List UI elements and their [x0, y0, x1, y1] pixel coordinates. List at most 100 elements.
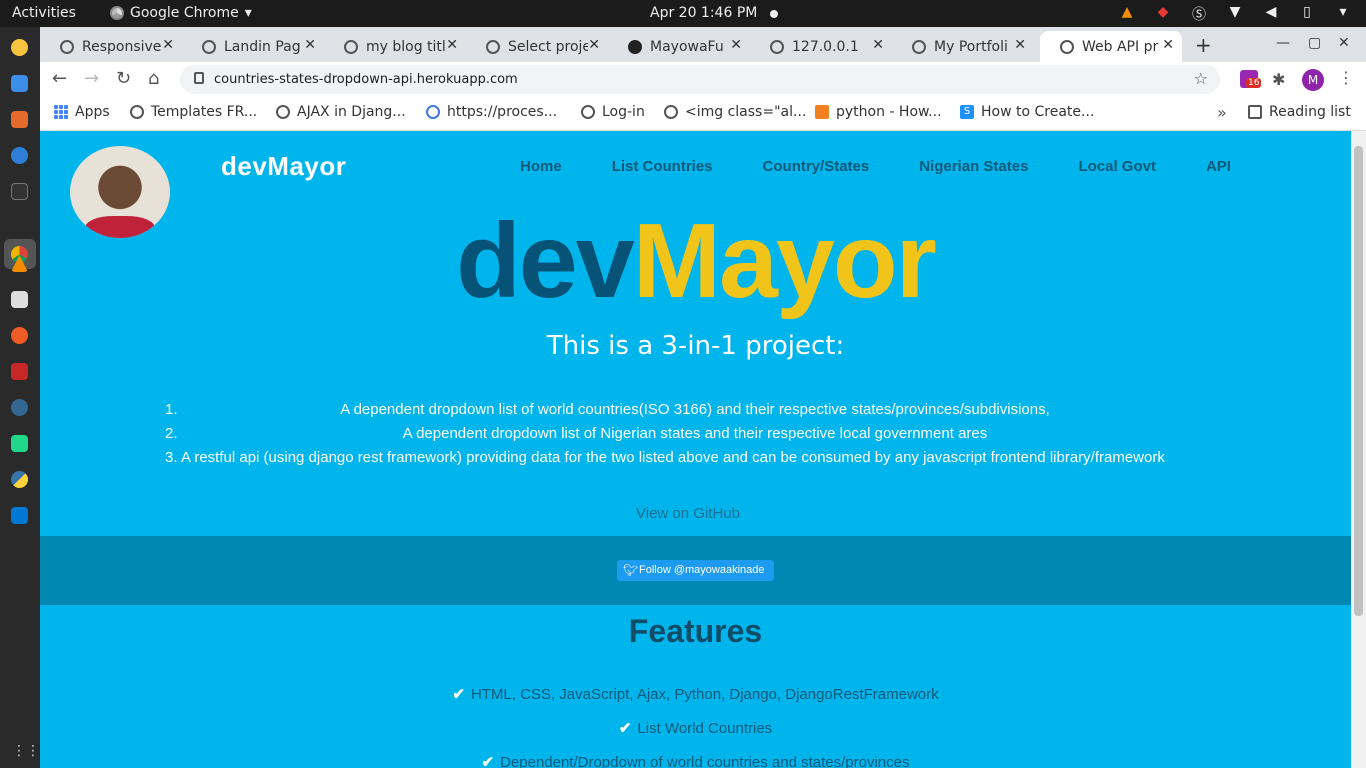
help-dock-icon[interactable]	[11, 147, 28, 164]
process-icon	[426, 105, 440, 119]
dock: ⋮⋮⋮	[0, 27, 54, 768]
close-window-icon[interactable]: ✕	[1338, 35, 1350, 51]
bookmark-templates[interactable]: Templates FR...	[130, 104, 257, 120]
github-icon	[628, 39, 642, 54]
feature-text: List World Countries	[637, 720, 773, 737]
nav-nigerian-states[interactable]: Nigerian States	[919, 158, 1028, 175]
bookmark-label: <img class="al...	[685, 104, 807, 120]
maximize-icon[interactable]: ▢	[1308, 35, 1321, 51]
nav-api[interactable]: API	[1206, 158, 1231, 175]
installer-dock-icon[interactable]	[11, 363, 28, 380]
github-link[interactable]: View on GitHub	[40, 505, 1336, 522]
feature-text: HTML, CSS, JavaScript, Ajax, Python, Dja…	[470, 686, 939, 703]
nav-local-govt[interactable]: Local Govt	[1078, 158, 1156, 175]
bookmark-img-class[interactable]: <img class="al...	[664, 104, 806, 120]
site-nav: Home List Countries Country/States Niger…	[520, 158, 1231, 175]
tab-title: Web API pr	[1082, 38, 1159, 55]
rhythmbox-dock-icon[interactable]	[11, 39, 28, 56]
tab-my-blog[interactable]: my blog titl ✕	[324, 31, 466, 62]
bookmark-label: Apps	[75, 104, 110, 120]
clock[interactable]: Apr 20 1:46 PM	[650, 5, 757, 21]
chrome-app-icon	[110, 6, 124, 20]
feature-item: ✔ List World Countries	[40, 719, 1351, 737]
activities-button[interactable]: Activities	[12, 5, 76, 21]
tab-landing-page[interactable]: Landin Pag ✕	[182, 31, 324, 62]
battery-icon[interactable]: ▯	[1298, 4, 1316, 24]
python-dock-icon[interactable]	[11, 471, 28, 488]
check-icon: ✔	[452, 686, 465, 703]
tab-title: Select proje	[508, 38, 588, 55]
tab-web-api[interactable]: Web API pr ✕	[1040, 31, 1182, 62]
bookmark-star-icon[interactable]: ☆	[1194, 69, 1208, 88]
lock-icon[interactable]	[194, 72, 204, 84]
bookmark-python-how[interactable]: python - How...	[815, 104, 942, 120]
more-bookmarks-icon[interactable]: »	[1217, 103, 1227, 122]
tab-select-project[interactable]: Select proje ✕	[466, 31, 608, 62]
reading-list-button[interactable]: Reading list	[1248, 104, 1351, 120]
close-tab-icon[interactable]: ✕	[588, 37, 600, 53]
software-dock-icon[interactable]	[11, 111, 28, 128]
feature-text: Dependent/Dropdown of world countries an…	[500, 754, 910, 768]
bookmark-process[interactable]: https://proces...	[426, 104, 557, 120]
terminal-dock-icon[interactable]	[11, 183, 28, 200]
extension-badge: 16	[1246, 78, 1262, 88]
system-tray[interactable]: ▲ ◆ Ⓢ ▼ ◀ ▯ ▾	[1118, 4, 1352, 24]
reload-icon[interactable]: ↻	[116, 68, 131, 89]
feature-item: ✔ HTML, CSS, JavaScript, Ajax, Python, Dj…	[40, 685, 1351, 703]
close-tab-icon[interactable]: ✕	[446, 37, 458, 53]
nav-country-states[interactable]: Country/States	[763, 158, 870, 175]
scrollbar-thumb[interactable]	[1354, 146, 1363, 616]
close-tab-icon[interactable]: ✕	[730, 37, 742, 53]
back-icon[interactable]: ←	[52, 68, 67, 89]
files-dock-icon[interactable]	[11, 291, 28, 308]
extensions-puzzle-icon[interactable]: ✱	[1272, 70, 1290, 89]
close-tab-icon[interactable]: ✕	[162, 37, 174, 53]
tab-github[interactable]: MayowaFu ✕	[608, 31, 750, 62]
address-url[interactable]: countries-states-dropdown-api.herokuapp.…	[214, 72, 518, 87]
shield-tray-icon[interactable]: ◆	[1154, 4, 1172, 24]
vscode-dock-icon[interactable]	[11, 507, 28, 524]
close-tab-icon[interactable]: ✕	[1014, 37, 1026, 53]
close-tab-icon[interactable]: ✕	[304, 37, 316, 53]
skype-tray-icon[interactable]: Ⓢ	[1190, 4, 1208, 24]
hero-title-dev: dev	[456, 202, 635, 320]
notification-dot-icon	[770, 10, 778, 18]
profile-avatar[interactable]: M	[1302, 69, 1324, 91]
nav-list-countries[interactable]: List Countries	[612, 158, 713, 175]
system-menu-arrow-icon[interactable]: ▾	[1334, 4, 1352, 24]
close-tab-icon[interactable]: ✕	[872, 37, 884, 53]
wifi-icon[interactable]: ▼	[1226, 4, 1244, 24]
tab-responsive[interactable]: Responsive ✕	[40, 31, 182, 62]
twitter-follow-button[interactable]: 🐦︎ Follow @mayowaakinade	[617, 560, 774, 581]
page-scrollbar[interactable]	[1351, 131, 1366, 768]
app-menu[interactable]: Google Chrome ▾	[110, 5, 252, 21]
features-heading: Features	[628, 613, 763, 649]
postgres-dock-icon[interactable]	[11, 399, 28, 416]
new-tab-icon[interactable]: +	[1195, 33, 1212, 57]
tab-title: MayowaFu	[650, 38, 724, 55]
bookmark-how-to-create[interactable]: S How to Create...	[960, 104, 1094, 120]
document-dock-icon[interactable]	[11, 75, 28, 92]
extension-icon[interactable]: 16	[1240, 70, 1262, 88]
volume-icon[interactable]: ◀	[1262, 4, 1280, 24]
forward-icon[interactable]: →	[84, 68, 99, 89]
tab-my-portfolio[interactable]: My Portfoli ✕	[892, 31, 1034, 62]
list-number: 3.	[165, 449, 178, 466]
home-icon[interactable]: ⌂	[148, 68, 159, 89]
chrome-menu-icon[interactable]: ⋮	[1338, 68, 1354, 87]
tab-localhost[interactable]: 127.0.0.1 ✕	[750, 31, 892, 62]
bookmark-login[interactable]: Log-in	[581, 104, 645, 120]
bookmark-apps[interactable]: Apps	[54, 104, 110, 120]
address-bar[interactable]: countries-states-dropdown-api.herokuapp.…	[180, 65, 1220, 94]
bookmark-ajax-django[interactable]: AJAX in Djang...	[276, 104, 406, 120]
nav-home[interactable]: Home	[520, 158, 562, 175]
minimize-icon[interactable]: —	[1276, 35, 1290, 51]
close-tab-icon[interactable]: ✕	[1162, 37, 1174, 53]
postman-dock-icon[interactable]	[11, 327, 28, 344]
vlc-tray-icon[interactable]: ▲	[1118, 4, 1136, 24]
hero-title-mayor: Mayor	[632, 202, 937, 320]
pycharm-dock-icon[interactable]	[11, 435, 28, 452]
reading-list-icon	[1248, 105, 1262, 119]
globe-icon	[770, 39, 784, 54]
site-brand[interactable]: devMayor	[221, 151, 346, 182]
